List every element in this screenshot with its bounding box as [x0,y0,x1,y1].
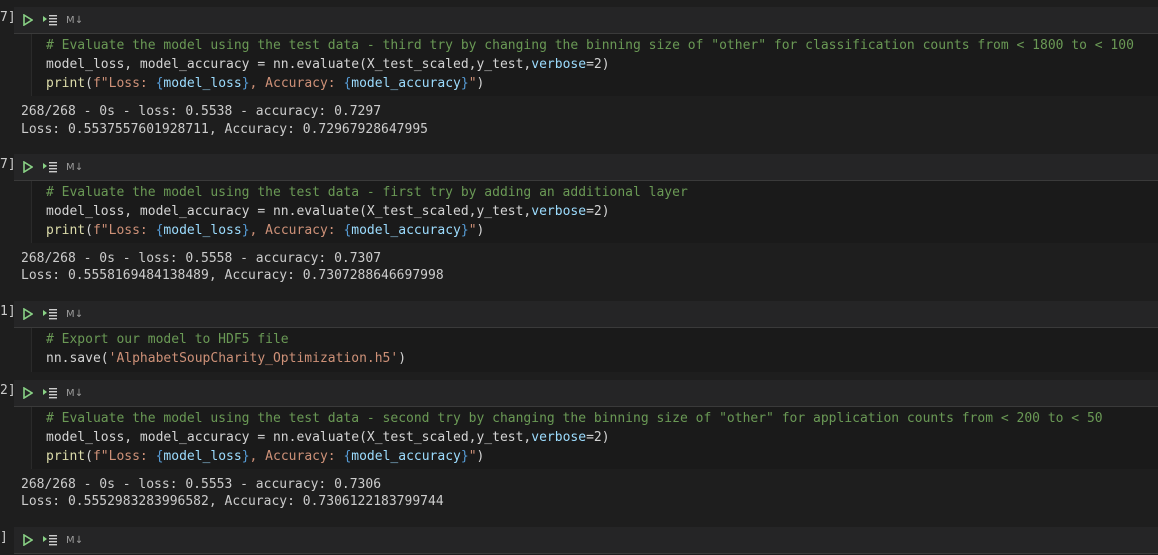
markdown-toggle[interactable]: M↓ [66,162,83,173]
cell-toolbar: M↓ [14,527,1158,554]
notebook-cell-5: ] M↓ [0,522,1158,555]
run-cell-icon[interactable] [23,531,33,549]
cell-toolbar: M↓ [14,154,1158,181]
execution-count: 1] [0,304,14,319]
markdown-toggle[interactable]: M↓ [66,535,83,546]
code-line: model_loss, model_accuracy = nn.evaluate… [46,57,610,72]
run-by-line-icon[interactable] [42,305,58,323]
markdown-toggle[interactable]: M↓ [66,15,83,26]
run-by-line-icon[interactable] [42,158,58,176]
execution-count: 2] [0,383,14,398]
code-comment: # Evaluate the model using the test data… [46,411,1103,426]
notebook-cell-3: 1] M↓ # Export our model to HDF5 file nn… [0,295,1158,375]
markdown-toggle[interactable]: M↓ [66,388,83,399]
notebook-cell-2: 7] M↓ # Evaluate the model using the tes… [0,148,1158,295]
code-editor[interactable]: # Evaluate the model using the test data… [31,34,1158,96]
run-by-line-icon[interactable] [42,11,58,29]
code-comment: # Evaluate the model using the test data… [46,185,688,200]
code-editor[interactable]: # Evaluate the model using the test data… [31,181,1158,243]
output-line: Loss: 0.5552983283996582, Accuracy: 0.73… [21,494,444,509]
code-line: model_loss, model_accuracy = nn.evaluate… [46,430,610,445]
execution-count: 7] [0,157,14,172]
run-cell-icon[interactable] [23,11,33,29]
output-line: Loss: 0.5558169484138489, Accuracy: 0.73… [21,268,444,283]
code-line: model_loss, model_accuracy = nn.evaluate… [46,204,610,219]
run-by-line-icon[interactable] [42,531,58,549]
code-editor[interactable]: # Export our model to HDF5 file nn.save(… [31,328,1158,372]
cell-toolbar: M↓ [14,301,1158,328]
output-line: 268/268 - 0s - loss: 0.5558 - accuracy: … [21,251,382,266]
run-cell-icon[interactable] [23,384,33,402]
execution-count: ] [0,530,8,545]
cell-toolbar: M↓ [14,380,1158,407]
code-line: print(f"Loss: {model_loss}, Accuracy: {m… [46,449,485,464]
code-line: print(f"Loss: {model_loss}, Accuracy: {m… [46,223,485,238]
output-line: 268/268 - 0s - loss: 0.5538 - accuracy: … [21,104,382,119]
code-comment: # Export our model to HDF5 file [46,332,289,347]
notebook-cell-1: 7] M↓ # Evaluate the model using the tes… [0,0,1158,148]
output-line: Loss: 0.5537557601928711, Accuracy: 0.72… [21,122,428,137]
code-line: nn.save('AlphabetSoupCharity_Optimizatio… [46,351,407,366]
notebook-cell-4: 2] M↓ # Evaluate the model using the tes… [0,375,1158,522]
markdown-toggle[interactable]: M↓ [66,309,83,320]
cell-toolbar: M↓ [14,7,1158,34]
code-editor[interactable]: # Evaluate the model using the test data… [31,407,1158,469]
execution-count: 7] [0,10,14,25]
run-cell-icon[interactable] [23,158,33,176]
run-by-line-icon[interactable] [42,384,58,402]
run-cell-icon[interactable] [23,305,33,323]
output-line: 268/268 - 0s - loss: 0.5553 - accuracy: … [21,477,382,492]
code-line: print(f"Loss: {model_loss}, Accuracy: {m… [46,76,485,91]
code-comment: # Evaluate the model using the test data… [46,38,1134,53]
